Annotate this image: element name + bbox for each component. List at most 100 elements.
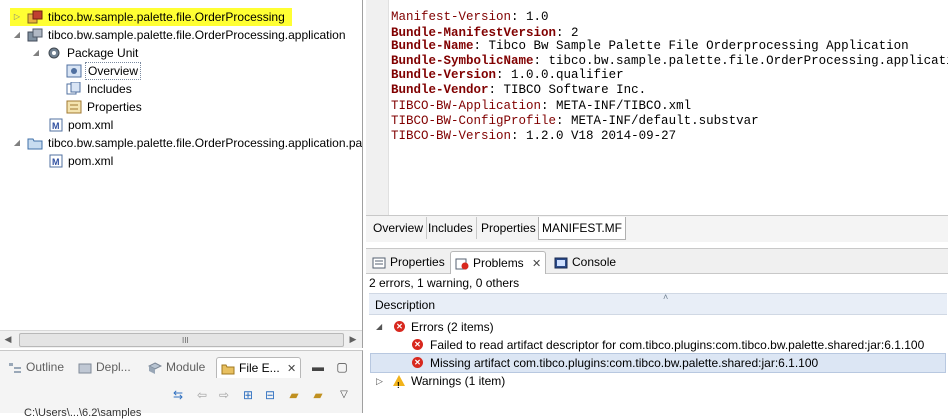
- collapse-arrow-icon[interactable]: ◢: [12, 26, 22, 44]
- tab-includes[interactable]: Includes: [425, 217, 477, 239]
- tab-label: Module: [166, 360, 206, 374]
- tab-console[interactable]: Console: [554, 251, 616, 273]
- warnings-group-row[interactable]: ▷ ! Warnings (1 item): [372, 372, 942, 390]
- problems-icon: [455, 258, 469, 270]
- tab-module[interactable]: Module: [148, 357, 205, 377]
- problem-description: Failed to read artifact descriptor for c…: [430, 338, 925, 352]
- outline-icon: [9, 362, 21, 373]
- scrollbar-grip: III: [182, 336, 189, 345]
- maven-pom-icon: M: [49, 118, 63, 132]
- tab-label: Outline: [26, 360, 65, 374]
- tab-label: Depl...: [96, 360, 131, 374]
- collapse-arrow-icon[interactable]: ◢: [376, 318, 382, 336]
- manifest-value: 1.0: [526, 10, 549, 24]
- error-icon: ✕: [394, 321, 405, 332]
- manifest-line: Manifest-Version: 1.0: [391, 10, 549, 24]
- tree-item-pom-xml[interactable]: M pom.xml: [0, 152, 362, 170]
- scroll-left-icon[interactable]: ◀: [0, 331, 16, 348]
- forward-icon[interactable]: ⇨: [216, 387, 232, 403]
- svg-text:M: M: [52, 121, 60, 131]
- module-icon: [148, 362, 162, 374]
- tree-item-label: Overview: [85, 62, 142, 80]
- problems-summary: 2 errors, 1 warning, 0 others: [369, 276, 520, 290]
- manifest-value: TIBCO Software Inc.: [503, 83, 647, 97]
- manifest-value: tibco.bw.sample.palette.file.OrderProces…: [548, 54, 948, 68]
- sync-icon[interactable]: ⇆: [170, 387, 186, 403]
- scrollbar-thumb[interactable]: III: [19, 333, 344, 347]
- group-label: Errors (2 items): [411, 320, 494, 334]
- errors-group-row[interactable]: ◢ ✕ Errors (2 items): [372, 318, 942, 336]
- manifest-editor[interactable]: Manifest-Version: 1.0 Bundle-ManifestVer…: [366, 0, 948, 215]
- close-icon[interactable]: ✕: [532, 258, 541, 270]
- manifest-line: TIBCO-BW-Application: META-INF/TIBCO.xml: [391, 99, 692, 113]
- expand-arrow-icon[interactable]: ▷: [376, 372, 383, 390]
- problem-row-selected[interactable]: ✕ Missing artifact com.tibco.plugins:com…: [370, 353, 946, 373]
- tree-item-application-parent[interactable]: ◢ tibco.bw.sample.palette.file.OrderProc…: [0, 134, 362, 152]
- tree-item-overview[interactable]: Overview: [0, 62, 362, 80]
- minimize-icon[interactable]: ▬: [310, 359, 326, 375]
- expand-all-icon[interactable]: ⊞: [240, 387, 256, 403]
- manifest-key: Bundle-Vendor: [391, 83, 489, 97]
- tree-item-application[interactable]: ◢ tibco.bw.sample.palette.file.OrderProc…: [0, 26, 362, 44]
- folder-project-icon: [27, 138, 43, 150]
- manifest-line: Bundle-Version: 1.0.0.qualifier: [391, 68, 624, 82]
- tab-file-explorer[interactable]: File E... ✕: [216, 357, 302, 378]
- tab-manifest-mf[interactable]: MANIFEST.MF: [538, 217, 626, 240]
- problem-description: Missing artifact com.tibco.plugins:com.t…: [430, 356, 819, 370]
- error-icon: ✕: [412, 339, 423, 350]
- left-bottom-view: Outline Depl... Module File E... ✕ ▬ ▢ ⇆…: [0, 350, 363, 419]
- project-explorer-tree: ▷ tibco.bw.sample.palette.file.OrderProc…: [0, 0, 363, 348]
- maven-pom-icon: M: [49, 154, 63, 168]
- close-icon[interactable]: ✕: [287, 363, 296, 375]
- manifest-key: TIBCO-BW-ConfigProfile: [391, 114, 557, 128]
- tab-outline[interactable]: Outline: [8, 357, 64, 377]
- overview-icon: [66, 64, 82, 78]
- problem-row[interactable]: ✕ Failed to read artifact descriptor for…: [372, 336, 942, 354]
- problems-panel: Properties Problems ✕ Console 2 errors, …: [366, 248, 948, 413]
- manifest-key: Bundle-Version: [391, 68, 497, 82]
- maximize-icon[interactable]: ▢: [334, 359, 350, 375]
- back-icon[interactable]: ⇦: [194, 387, 210, 403]
- manifest-line: Bundle-Name: Tibco Bw Sample Palette Fil…: [391, 39, 909, 53]
- expand-arrow-icon[interactable]: ▷: [12, 8, 22, 26]
- folder-icon[interactable]: ▰: [286, 387, 302, 403]
- deployment-icon: [78, 363, 92, 374]
- tab-properties-view[interactable]: Properties: [372, 251, 445, 273]
- view-menu-icon[interactable]: ▽: [336, 387, 352, 403]
- tab-deployment[interactable]: Depl...: [78, 357, 131, 377]
- properties-view-icon: [372, 257, 386, 269]
- tab-problems[interactable]: Problems ✕: [450, 251, 547, 274]
- tree-item-includes[interactable]: Includes: [0, 80, 362, 98]
- tree-item-package-unit[interactable]: ◢ Package Unit: [0, 44, 362, 62]
- svg-text:M: M: [52, 157, 60, 167]
- tab-properties[interactable]: Properties: [478, 217, 540, 239]
- collapse-arrow-icon[interactable]: ◢: [12, 134, 22, 152]
- manifest-value: META-INF/TIBCO.xml: [556, 99, 692, 113]
- tab-label: File E...: [239, 361, 280, 375]
- tree-item-properties[interactable]: Properties: [0, 98, 362, 116]
- path-text: C:\Users\...\6.2\samples: [24, 407, 142, 419]
- manifest-key: Manifest-Version: [391, 10, 512, 24]
- manifest-value: META-INF/default.substvar: [571, 114, 759, 128]
- collapse-arrow-icon[interactable]: ◢: [31, 44, 41, 62]
- application-project-icon: [27, 28, 43, 42]
- collapse-all-icon[interactable]: ⊟: [262, 387, 278, 403]
- package-unit-icon: [48, 47, 60, 59]
- warning-icon: !: [393, 375, 405, 390]
- manifest-key: TIBCO-BW-Application: [391, 99, 542, 113]
- tree-item-label: pom.xml: [68, 154, 114, 168]
- sort-ascending-icon: ˄: [663, 292, 669, 302]
- open-folder-icon[interactable]: ▰: [310, 387, 326, 403]
- manifest-line: Bundle-Vendor: TIBCO Software Inc.: [391, 83, 647, 97]
- horizontal-scrollbar[interactable]: ◀ III ▶: [0, 330, 362, 348]
- description-column-header[interactable]: ˄ Description: [369, 292, 947, 315]
- tree-item-label: Properties: [87, 100, 142, 114]
- error-icon: ✕: [412, 357, 423, 368]
- tree-item-label: Package Unit: [67, 46, 139, 60]
- scroll-right-icon[interactable]: ▶: [345, 331, 361, 348]
- tab-overview[interactable]: Overview: [370, 217, 428, 239]
- tree-item-orderprocessing[interactable]: ▷ tibco.bw.sample.palette.file.OrderProc…: [0, 8, 292, 26]
- tree-item-pom-xml[interactable]: M pom.xml: [0, 116, 362, 134]
- tab-label: Console: [572, 255, 617, 269]
- manifest-line: TIBCO-BW-ConfigProfile: META-INF/default…: [391, 114, 759, 128]
